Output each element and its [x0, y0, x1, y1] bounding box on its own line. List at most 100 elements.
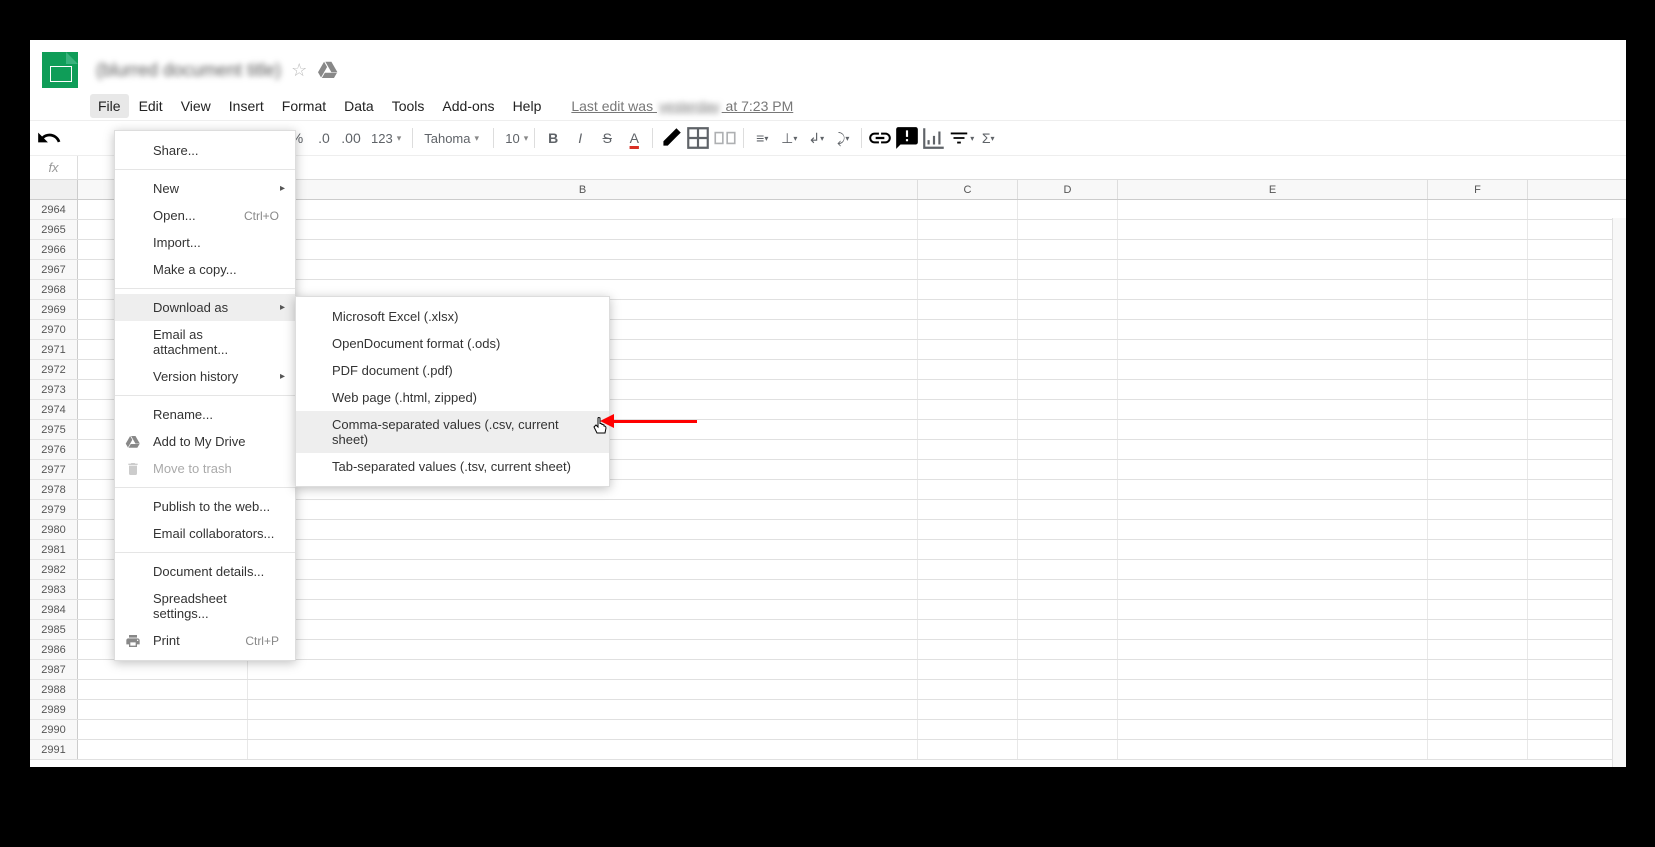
cell[interactable]	[1428, 520, 1528, 539]
cell[interactable]	[1428, 680, 1528, 699]
row-header[interactable]: 2973	[30, 380, 78, 399]
menu-help[interactable]: Help	[505, 94, 550, 118]
menu-addons[interactable]: Add-ons	[434, 94, 502, 118]
cell[interactable]	[248, 720, 918, 739]
cell[interactable]	[1118, 600, 1428, 619]
cell[interactable]	[248, 520, 918, 539]
cell[interactable]	[1018, 460, 1118, 479]
cell[interactable]	[1118, 480, 1428, 499]
submenu-xlsx[interactable]: Microsoft Excel (.xlsx)	[296, 303, 609, 330]
last-edit-link[interactable]: Last edit was yesterday at 7:23 PM	[571, 98, 793, 114]
row-header[interactable]: 2972	[30, 360, 78, 379]
column-header-e[interactable]: E	[1118, 180, 1428, 199]
cell[interactable]	[1118, 360, 1428, 379]
cell[interactable]	[1428, 420, 1528, 439]
cell[interactable]	[248, 260, 918, 279]
row-header[interactable]: 2968	[30, 280, 78, 299]
submenu-ods[interactable]: OpenDocument format (.ods)	[296, 330, 609, 357]
cell[interactable]	[1118, 400, 1428, 419]
row-header[interactable]: 2966	[30, 240, 78, 259]
row-header[interactable]: 2974	[30, 400, 78, 419]
submenu-html[interactable]: Web page (.html, zipped)	[296, 384, 609, 411]
cell[interactable]	[1118, 560, 1428, 579]
column-header-c[interactable]: C	[918, 180, 1018, 199]
cell[interactable]	[248, 600, 918, 619]
cell[interactable]	[78, 680, 248, 699]
row-header[interactable]: 2975	[30, 420, 78, 439]
menu-add-drive[interactable]: Add to My Drive	[115, 428, 295, 455]
cell[interactable]	[1018, 680, 1118, 699]
cell[interactable]	[248, 640, 918, 659]
cell[interactable]	[1118, 520, 1428, 539]
cell[interactable]	[1018, 380, 1118, 399]
row-header[interactable]: 2987	[30, 660, 78, 679]
cell[interactable]	[1428, 200, 1528, 219]
cell[interactable]	[1018, 320, 1118, 339]
cell[interactable]	[1428, 380, 1528, 399]
cell[interactable]	[1118, 720, 1428, 739]
submenu-csv[interactable]: Comma-separated values (.csv, current sh…	[296, 411, 609, 453]
menu-settings[interactable]: Spreadsheet settings...	[115, 585, 295, 627]
italic-button[interactable]: I	[567, 125, 593, 151]
cell[interactable]	[1118, 380, 1428, 399]
row-header[interactable]: 2990	[30, 720, 78, 739]
cell[interactable]	[1018, 740, 1118, 759]
row-header[interactable]: 2991	[30, 740, 78, 759]
menu-email-collab[interactable]: Email collaborators...	[115, 520, 295, 547]
text-rotation-button[interactable]: ⤸▾	[830, 125, 856, 151]
submenu-pdf[interactable]: PDF document (.pdf)	[296, 357, 609, 384]
cell[interactable]	[1428, 280, 1528, 299]
cell[interactable]	[1428, 440, 1528, 459]
row-header[interactable]: 2977	[30, 460, 78, 479]
cell[interactable]	[918, 260, 1018, 279]
cell[interactable]	[1118, 680, 1428, 699]
cell[interactable]	[1428, 700, 1528, 719]
cell[interactable]	[918, 620, 1018, 639]
cell[interactable]	[248, 560, 918, 579]
cell[interactable]	[1018, 200, 1118, 219]
cell[interactable]	[1428, 220, 1528, 239]
cell[interactable]	[918, 740, 1018, 759]
cell[interactable]	[1118, 580, 1428, 599]
increase-decimal-button[interactable]: .00	[338, 125, 364, 151]
row-header[interactable]: 2986	[30, 640, 78, 659]
cell[interactable]	[1428, 500, 1528, 519]
cell[interactable]	[1428, 620, 1528, 639]
cell[interactable]	[1018, 520, 1118, 539]
cell[interactable]	[248, 580, 918, 599]
cell[interactable]	[1018, 400, 1118, 419]
cell[interactable]	[918, 600, 1018, 619]
fill-color-button[interactable]	[658, 125, 684, 151]
row-header[interactable]: 2970	[30, 320, 78, 339]
cell[interactable]	[918, 220, 1018, 239]
cell[interactable]	[1118, 500, 1428, 519]
cell[interactable]	[1428, 600, 1528, 619]
menu-email-attach[interactable]: Email as attachment...	[115, 321, 295, 363]
cell[interactable]	[1118, 300, 1428, 319]
cell[interactable]	[1018, 560, 1118, 579]
menu-insert[interactable]: Insert	[221, 94, 272, 118]
cell[interactable]	[1118, 660, 1428, 679]
cell[interactable]	[1428, 260, 1528, 279]
link-button[interactable]	[867, 125, 893, 151]
cell[interactable]	[918, 460, 1018, 479]
row-header[interactable]: 2965	[30, 220, 78, 239]
cell[interactable]	[1018, 280, 1118, 299]
text-wrap-button[interactable]: ↲▾	[803, 125, 829, 151]
cell[interactable]	[1428, 660, 1528, 679]
cell[interactable]	[918, 300, 1018, 319]
cell[interactable]	[248, 680, 918, 699]
cell[interactable]	[918, 240, 1018, 259]
cell[interactable]	[1118, 320, 1428, 339]
cell[interactable]	[1018, 220, 1118, 239]
cell[interactable]	[918, 500, 1018, 519]
cell[interactable]	[1428, 240, 1528, 259]
cell[interactable]	[1428, 580, 1528, 599]
filter-button[interactable]: ▾	[948, 125, 974, 151]
cell[interactable]	[1428, 360, 1528, 379]
cell[interactable]	[248, 200, 918, 219]
font-size-select[interactable]: 10	[499, 129, 529, 148]
cell[interactable]	[248, 220, 918, 239]
borders-button[interactable]	[685, 125, 711, 151]
cell[interactable]	[918, 280, 1018, 299]
